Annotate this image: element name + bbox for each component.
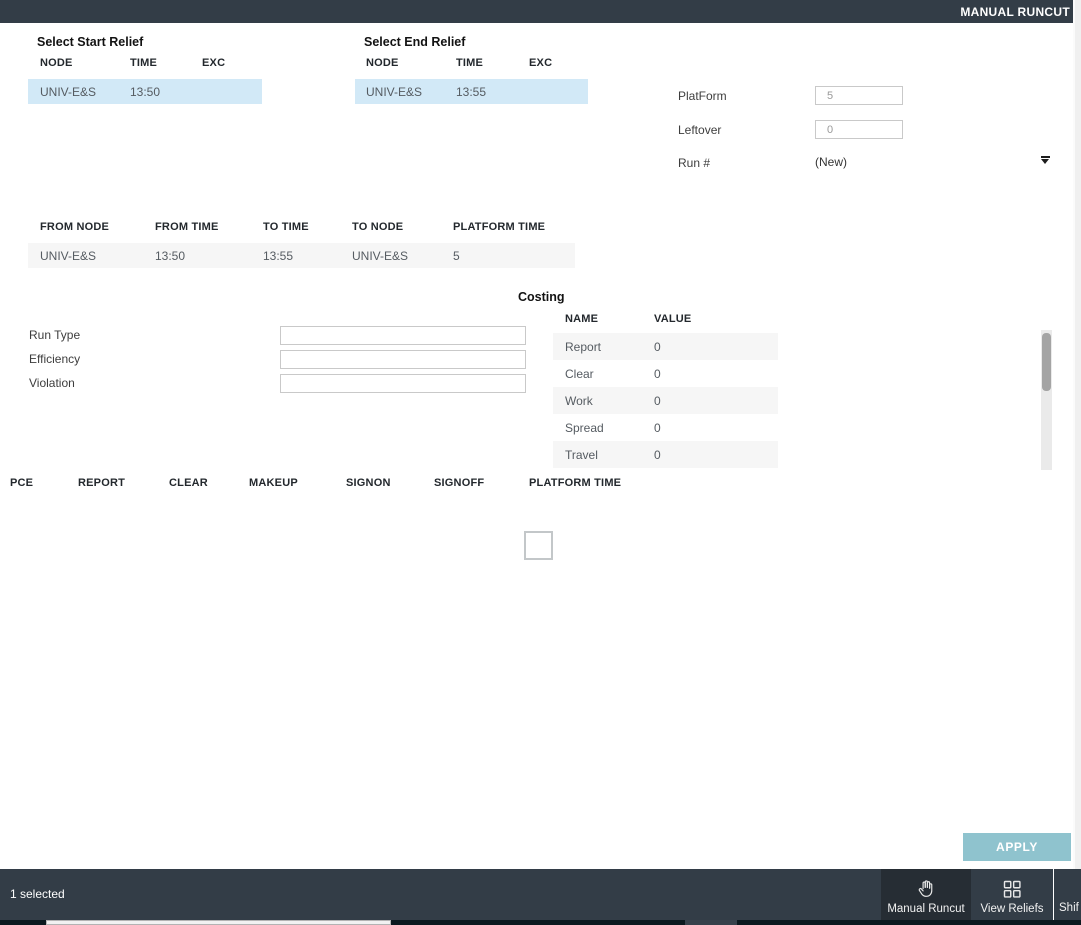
column-header-signoff: SIGNOFF [434,477,529,489]
costing-row-travel: Travel 0 [553,441,778,468]
end-relief-header-row: NODE TIME EXC [355,57,588,69]
segment-to-node-cell: UNIV-E&S [352,249,453,263]
run-type-input[interactable] [280,326,526,345]
start-relief-time-cell: 13:50 [130,85,202,99]
statusbar-divider [1053,869,1054,920]
column-header-signon: SIGNON [346,477,434,489]
segment-from-time-cell: 13:50 [155,249,263,263]
costing-value-cell: 0 [654,448,778,462]
end-relief-heading: Select End Relief [364,35,465,49]
grid-icon [1002,878,1022,900]
end-relief-selected-row[interactable]: UNIV-E&S 13:55 [355,79,588,104]
column-header-exc: EXC [529,57,588,69]
costing-row-work: Work 0 [553,387,778,414]
costing-value-cell: 0 [654,367,778,381]
column-header-node: NODE [366,57,456,69]
manual-runcut-window: MANUAL RUNCUT Select Start Relief NODE T… [0,0,1081,925]
column-header-name: NAME [565,313,654,325]
costing-row-report: Report 0 [553,333,778,360]
status-bar: 1 selected Manual Runcut [0,869,1081,920]
dropdown-caret-icon [1041,156,1050,164]
leftover-label: Leftover [678,123,721,137]
end-relief-time-cell: 13:55 [456,85,529,99]
start-relief-header-row: NODE TIME EXC [28,57,262,69]
view-reliefs-button[interactable]: View Reliefs [973,869,1051,920]
costing-name-cell: Clear [565,367,654,381]
bottom-strip-slate-segment [685,920,737,925]
column-header-pce: PCE [10,477,78,489]
vertical-scrollbar-thumb[interactable] [1042,333,1051,391]
efficiency-label: Efficiency [29,352,80,366]
column-header-from-node: FROM NODE [40,221,155,233]
violation-label: Violation [29,376,75,390]
efficiency-input[interactable] [280,350,526,369]
column-header-clear: CLEAR [169,477,249,489]
leftover-input[interactable] [815,120,903,139]
platform-input[interactable] [815,86,903,105]
column-header-time: TIME [130,57,202,69]
segment-to-time-cell: 13:55 [263,249,352,263]
pce-header-row: PCE REPORT CLEAR MAKEUP SIGNON SIGNOFF P… [10,477,790,489]
costing-value-cell: 0 [654,394,778,408]
manual-runcut-button[interactable]: Manual Runcut [881,869,971,920]
column-header-exc: EXC [202,57,262,69]
segment-row[interactable]: UNIV-E&S 13:50 13:55 UNIV-E&S 5 [28,243,575,268]
costing-row-spread: Spread 0 [553,414,778,441]
start-relief-selected-row[interactable]: UNIV-E&S 13:50 [28,79,262,104]
run-number-label: Run # [678,156,710,170]
right-edge-strip [1073,0,1081,869]
start-relief-node-cell: UNIV-E&S [40,85,130,99]
column-header-platform-time: PLATFORM TIME [529,477,790,489]
platform-label: PlatForm [678,89,727,103]
column-header-platform-time: PLATFORM TIME [453,221,575,233]
column-header-time: TIME [456,57,529,69]
costing-name-cell: Travel [565,448,654,462]
selection-count: 1 selected [10,887,65,901]
costing-name-cell: Report [565,340,654,354]
costing-name-cell: Work [565,394,654,408]
title-bar: MANUAL RUNCUT [0,0,1081,23]
run-type-label: Run Type [29,328,80,342]
column-header-value: VALUE [654,313,778,325]
run-number-value: (New) [815,155,847,169]
run-number-dropdown[interactable]: (New) [815,150,1050,170]
vertical-scrollbar-track[interactable] [1041,330,1052,470]
apply-button[interactable]: APPLY [963,833,1071,861]
column-header-report: REPORT [78,477,169,489]
manual-runcut-label: Manual Runcut [887,903,964,915]
segment-from-node-cell: UNIV-E&S [40,249,155,263]
costing-heading: Costing [518,290,565,304]
column-header-to-time: TO TIME [263,221,352,233]
start-relief-heading: Select Start Relief [37,35,143,49]
column-header-makeup: MAKEUP [249,477,346,489]
bottom-edge-strip [0,920,1081,925]
costing-value-cell: 0 [654,421,778,435]
view-reliefs-label: View Reliefs [980,903,1043,915]
costing-row-clear: Clear 0 [553,360,778,387]
costing-value-cell: 0 [654,340,778,354]
shift-button-label-clipped[interactable]: Shif [1059,902,1079,914]
costing-header-row: NAME VALUE [553,313,778,325]
costing-name-cell: Spread [565,421,654,435]
segment-header-row: FROM NODE FROM TIME TO TIME TO NODE PLAT… [28,221,575,233]
bottom-strip-light-segment [46,920,391,925]
page-title: MANUAL RUNCUT [960,5,1070,19]
hand-icon [916,878,936,900]
end-relief-node-cell: UNIV-E&S [366,85,456,99]
column-header-from-time: FROM TIME [155,221,263,233]
column-header-node: NODE [40,57,130,69]
empty-checkbox-field[interactable] [524,531,553,560]
column-header-to-node: TO NODE [352,221,453,233]
violation-input[interactable] [280,374,526,393]
segment-platform-time-cell: 5 [453,249,575,263]
